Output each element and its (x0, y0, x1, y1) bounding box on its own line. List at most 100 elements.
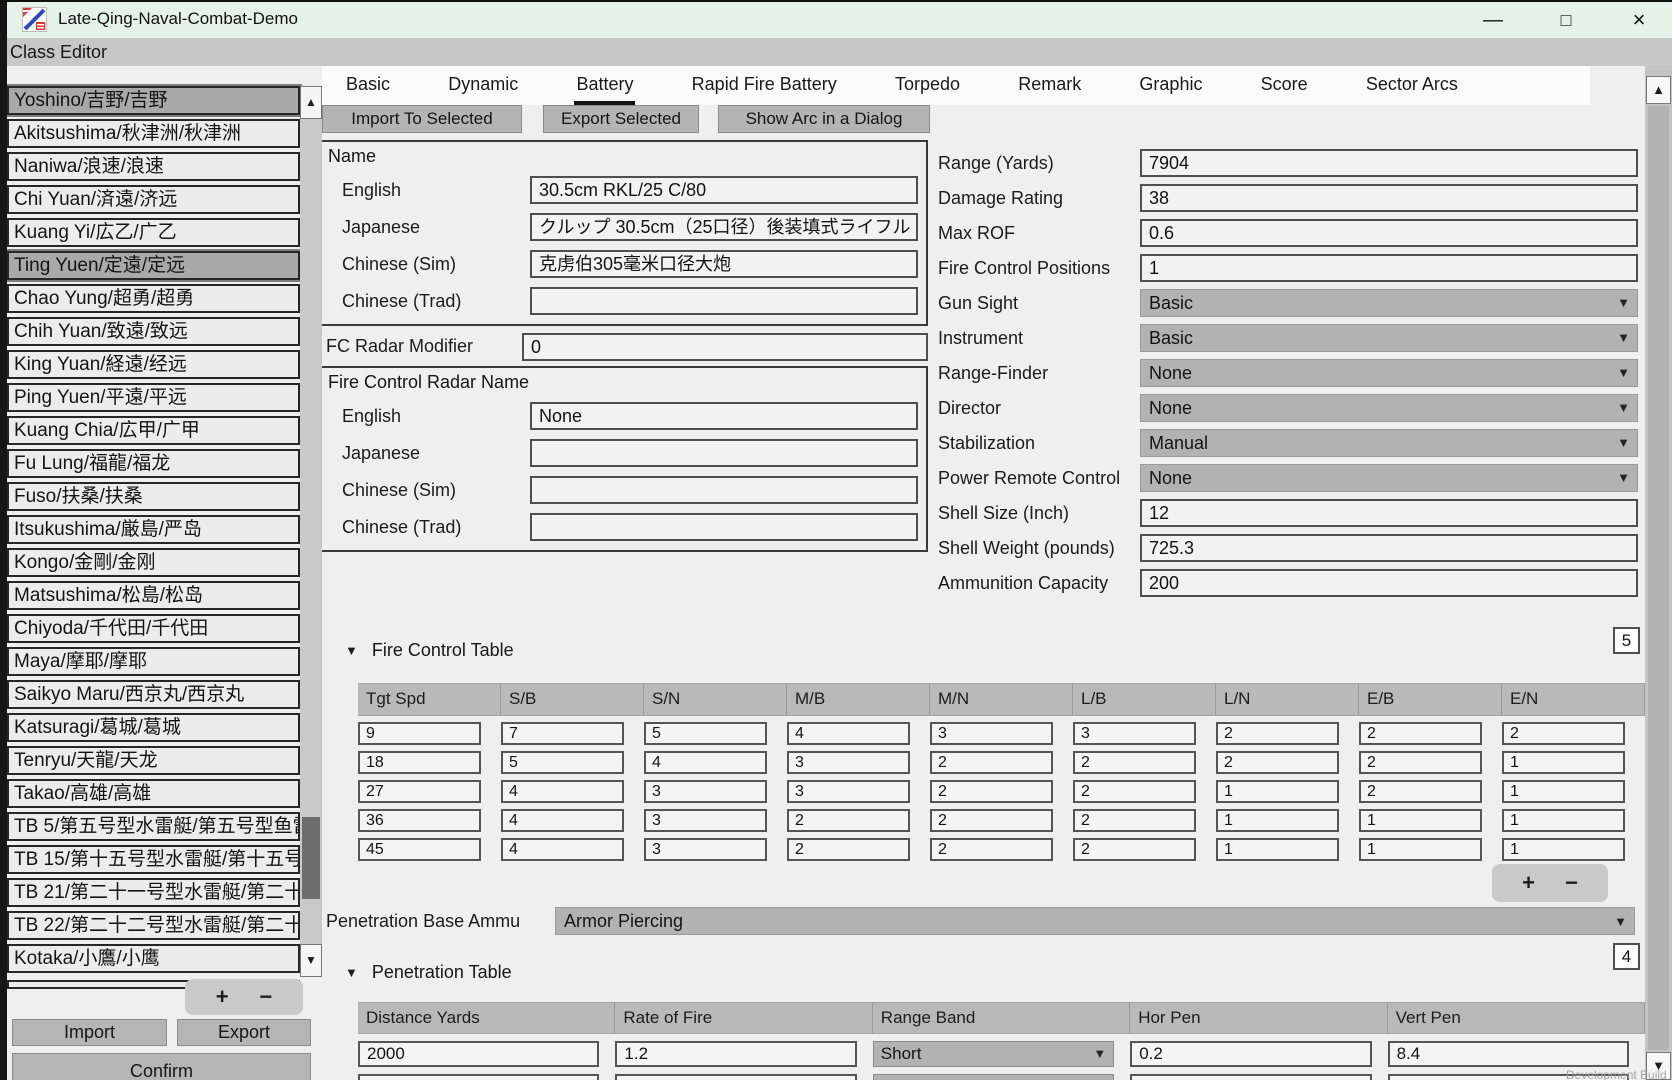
text-input[interactable]: 0.6 (1140, 219, 1638, 247)
cell-input[interactable]: 2 (930, 838, 1053, 861)
cell-input[interactable]: 18 (358, 751, 481, 774)
cell-input[interactable]: 2 (1502, 722, 1625, 745)
cell-input[interactable]: 1 (1216, 780, 1339, 803)
ship-list-item[interactable]: Saikyo Maru/西京丸/西京丸 (7, 680, 300, 709)
cell-input[interactable]: 4 (501, 838, 624, 861)
sidebar-scrollbar[interactable]: ▲ ▼ (300, 86, 322, 977)
penetration-table-header[interactable]: ▼ Penetration Table (345, 962, 512, 983)
cell-input[interactable]: 2 (930, 751, 1053, 774)
cell-input[interactable]: 0.5 (1130, 1074, 1371, 1080)
remove-row-button[interactable]: − (1565, 870, 1578, 896)
ship-list-item[interactable]: Kongo/金剛/金刚 (7, 548, 300, 577)
penetration-base-ammo-dropdown[interactable]: Armor Piercing ▼ (555, 907, 1635, 935)
cell-input[interactable]: 3 (930, 722, 1053, 745)
tab-dynamic[interactable]: Dynamic (446, 66, 520, 105)
main-scrollbar-thumb[interactable] (1648, 106, 1669, 1050)
tab-graphic[interactable]: Graphic (1137, 66, 1204, 105)
maximize-button[interactable]: □ (1549, 6, 1583, 34)
text-input[interactable] (530, 476, 918, 504)
cell-input[interactable]: 3 (1073, 722, 1196, 745)
import-button[interactable]: Import (12, 1019, 167, 1046)
ship-list-item[interactable]: Chao Yung/超勇/超勇 (7, 284, 300, 313)
cell-input[interactable]: 1 (1216, 838, 1339, 861)
text-input[interactable] (530, 513, 918, 541)
dropdown-director[interactable]: None▼ (1140, 394, 1638, 422)
cell-input[interactable]: 1 (1502, 780, 1625, 803)
add-ship-button[interactable]: + (216, 984, 229, 1010)
cell-input[interactable]: 4 (501, 780, 624, 803)
cell-input[interactable]: 4000 (358, 1074, 599, 1080)
ship-list-item[interactable]: Takao/高雄/高雄 (7, 779, 300, 808)
ship-list-item[interactable]: Kotaka/小鷹/小鹰 (7, 944, 300, 973)
ship-list-item[interactable]: TB 21/第二十一号型水雷艇/第二十一 (7, 878, 300, 907)
text-input[interactable] (530, 439, 918, 467)
cell-input[interactable]: 2 (1073, 838, 1196, 861)
text-input[interactable]: 12 (1140, 499, 1638, 527)
cell-input[interactable]: 8.4 (1388, 1041, 1629, 1067)
ship-list-item[interactable]: Matsushima/松島/松岛 (7, 581, 300, 610)
confirm-button[interactable]: Confirm (12, 1053, 311, 1080)
ship-list-item[interactable]: Kuang Yi/広乙/广乙 (7, 218, 300, 247)
cell-input[interactable]: 2 (1073, 780, 1196, 803)
fc-radar-modifier-input[interactable]: 0 (522, 333, 928, 361)
cell-input[interactable]: 2 (1073, 751, 1196, 774)
cell-input[interactable]: 2 (1359, 722, 1482, 745)
cell-input[interactable]: 2 (1216, 722, 1339, 745)
tab-rapid-fire-battery[interactable]: Rapid Fire Battery (690, 66, 839, 105)
cell-input[interactable]: 3 (644, 809, 767, 832)
tab-battery[interactable]: Battery (574, 66, 635, 105)
penetration-table-row-count[interactable]: 4 (1613, 943, 1640, 970)
main-scrollbar[interactable]: ▲ ▼ (1645, 66, 1672, 1080)
cell-input[interactable]: 2 (1359, 780, 1482, 803)
sidebar-scroll-down-icon[interactable]: ▼ (300, 944, 322, 977)
cell-input[interactable]: 3 (787, 780, 910, 803)
tab-remark[interactable]: Remark (1016, 66, 1083, 105)
cell-input[interactable]: 36 (358, 809, 481, 832)
cell-input[interactable]: 2 (1073, 809, 1196, 832)
ship-list-item[interactable]: Fuso/扶桑/扶桑 (7, 482, 300, 511)
cell-input[interactable]: 27 (358, 780, 481, 803)
ship-list-item[interactable]: Chih Yuan/致遠/致远 (7, 317, 300, 346)
text-input[interactable]: 1 (1140, 254, 1638, 282)
cell-input[interactable]: 4 (644, 751, 767, 774)
cell-input[interactable]: 4 (501, 809, 624, 832)
cell-input[interactable]: 2 (930, 780, 1053, 803)
cell-input[interactable]: 4 (787, 722, 910, 745)
dropdown-power-remote-control[interactable]: None▼ (1140, 464, 1638, 492)
cell-input[interactable]: 2 (787, 838, 910, 861)
text-input[interactable]: 7904 (1140, 149, 1638, 177)
ship-list-item[interactable]: Fu Lung/福龍/福龙 (7, 449, 300, 478)
cell-input[interactable]: 1.2 (615, 1041, 856, 1067)
dropdown-range-finder[interactable]: None▼ (1140, 359, 1638, 387)
main-scroll-up-icon[interactable]: ▲ (1646, 76, 1671, 104)
ship-list-item[interactable]: King Yuan/経遠/经远 (7, 350, 300, 379)
close-button[interactable]: × (1622, 6, 1656, 34)
dropdown-instrument[interactable]: Basic▼ (1140, 324, 1638, 352)
tab-sector-arcs[interactable]: Sector Arcs (1364, 66, 1460, 105)
show-arc-button[interactable]: Show Arc in a Dialog (718, 105, 930, 133)
cell-input[interactable]: 3 (644, 838, 767, 861)
ship-list-item[interactable]: Chi Yuan/済遠/济远 (7, 185, 300, 214)
export-button[interactable]: Export (177, 1019, 311, 1046)
cell-input[interactable]: 1 (1502, 838, 1625, 861)
text-input[interactable]: 725.3 (1140, 534, 1638, 562)
cell-input[interactable]: 3 (644, 780, 767, 803)
range-band-dropdown[interactable]: Short▼ (873, 1074, 1114, 1080)
ship-list-item[interactable]: Akitsushima/秋津洲/秋津洲 (7, 119, 300, 148)
text-input[interactable]: 克虏伯305毫米口径大炮 (530, 250, 918, 278)
ship-list-item[interactable]: Ping Yuen/平遠/平远 (7, 383, 300, 412)
cell-input[interactable]: 2000 (358, 1041, 599, 1067)
cell-input[interactable]: 2 (1216, 751, 1339, 774)
cell-input[interactable]: 1 (1502, 751, 1625, 774)
sidebar-scroll-up-icon[interactable]: ▲ (300, 86, 322, 119)
ship-list-item[interactable]: TB 22/第二十二号型水雷艇/第二十二 (7, 911, 300, 940)
cell-input[interactable]: 45 (358, 838, 481, 861)
text-input[interactable]: None (530, 402, 918, 430)
ship-list-item[interactable]: Yoshino/吉野/吉野 (7, 86, 300, 115)
text-input[interactable]: 30.5cm RKL/25 C/80 (530, 176, 918, 204)
text-input[interactable]: 38 (1140, 184, 1638, 212)
minimize-button[interactable]: — (1476, 6, 1510, 34)
ship-list-item[interactable]: Katsuragi/葛城/葛城 (7, 713, 300, 742)
cell-input[interactable]: 2 (1359, 751, 1482, 774)
sidebar-scrollbar-thumb[interactable] (302, 817, 320, 899)
